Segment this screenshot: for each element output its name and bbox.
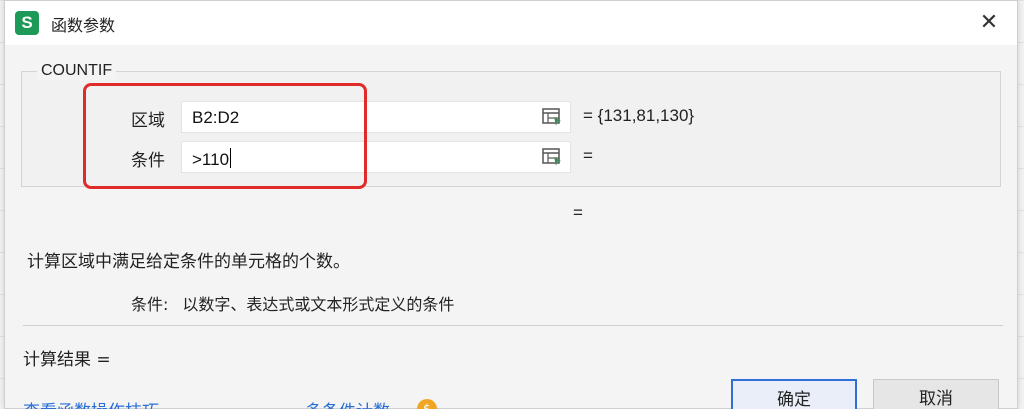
calculation-result: 计算结果 = — [23, 350, 111, 370]
divider — [23, 325, 1003, 326]
parameter-description: 条件: 以数字、表达式或文本形式定义的条件 — [131, 291, 454, 315]
title-bar: S 函数参数 ✕ — [5, 1, 1017, 45]
multi-condition-count-link[interactable]: 多条件计数 — [305, 397, 390, 409]
dialog-title: 函数参数 — [51, 16, 116, 35]
criteria-result: = — [583, 146, 593, 165]
function-tips-link[interactable]: 查看函数操作技巧 — [23, 397, 159, 409]
parameter-name: 条件: — [131, 295, 169, 314]
function-description: 计算区域中满足给定条件的单元格的个数。 — [27, 252, 350, 272]
formula-result: = — [573, 203, 583, 222]
close-button[interactable]: ✕ — [975, 9, 1003, 37]
parameter-text: 以数字、表达式或文本形式定义的条件 — [182, 295, 455, 314]
cancel-button[interactable]: 取消 — [873, 379, 999, 409]
ok-button[interactable]: 确定 — [731, 379, 857, 409]
coin-icon: $ — [417, 399, 437, 409]
range-select-icon[interactable] — [542, 148, 562, 166]
annotation-highlight-box — [83, 83, 367, 189]
wps-sheet-icon: S — [15, 11, 39, 35]
function-arguments-dialog: S 函数参数 ✕ COUNTIF 区域 B2:D2 = {131,81,130}… — [4, 0, 1018, 409]
range-select-icon[interactable] — [542, 108, 562, 126]
function-name: COUNTIF — [37, 62, 117, 80]
range-result: = {131,81,130} — [583, 106, 695, 125]
